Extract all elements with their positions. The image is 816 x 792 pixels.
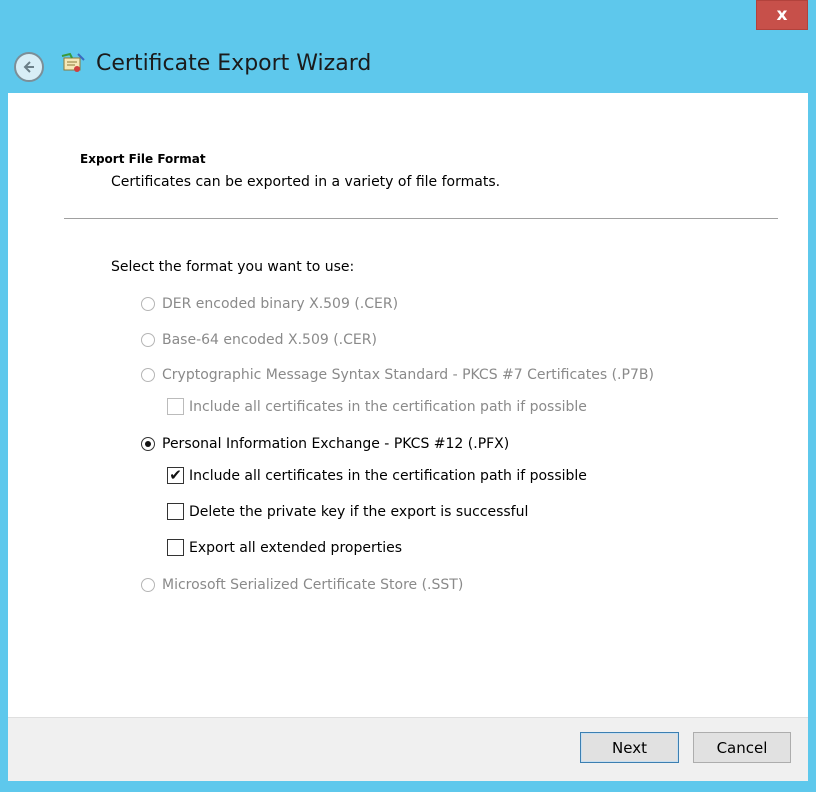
radio-button[interactable] — [141, 368, 155, 382]
radio-option-pfx[interactable]: Personal Information Exchange - PKCS #12… — [141, 436, 509, 452]
format-prompt: Select the format you want to use: — [111, 259, 355, 275]
section-heading: Export File Format — [80, 152, 206, 166]
checkbox[interactable] — [167, 539, 184, 556]
radio-button-selected[interactable] — [141, 437, 155, 451]
radio-button[interactable] — [141, 333, 155, 347]
radio-option-base64[interactable]: Base-64 encoded X.509 (.CER) — [141, 332, 377, 348]
radio-option-sst[interactable]: Microsoft Serialized Certificate Store (… — [141, 577, 463, 593]
certificate-wizard-icon — [61, 52, 85, 72]
radio-label: Microsoft Serialized Certificate Store (… — [162, 577, 464, 593]
checkbox-export-extended-properties[interactable]: Export all extended properties — [167, 539, 402, 556]
window-title: Certificate Export Wizard — [96, 51, 372, 76]
checkmark-icon: ✔ — [169, 466, 182, 484]
next-button-label: Next — [612, 738, 647, 757]
radio-dot — [145, 441, 151, 447]
radio-option-p7b[interactable]: Cryptographic Message Syntax Standard - … — [141, 367, 654, 383]
checkbox-label: Include all certificates in the certific… — [189, 398, 587, 415]
radio-option-der[interactable]: DER encoded binary X.509 (.CER) — [141, 296, 398, 312]
radio-label: Base-64 encoded X.509 (.CER) — [162, 332, 377, 348]
section-description: Certificates can be exported in a variet… — [111, 174, 501, 190]
cancel-button-label: Cancel — [716, 738, 768, 757]
radio-label: Personal Information Exchange - PKCS #12… — [162, 436, 510, 452]
checkbox-label: Export all extended properties — [189, 539, 402, 556]
checkbox-delete-private-key[interactable]: Delete the private key if the export is … — [167, 503, 528, 520]
close-button[interactable]: x — [756, 0, 808, 30]
checkbox-checked[interactable]: ✔ — [167, 467, 184, 484]
radio-label: DER encoded binary X.509 (.CER) — [162, 296, 399, 312]
back-arrow-icon — [23, 61, 34, 73]
checkbox[interactable] — [167, 398, 184, 415]
radio-label: Cryptographic Message Syntax Standard - … — [162, 367, 654, 383]
button-bar — [8, 717, 808, 781]
next-button[interactable]: Next — [580, 732, 679, 763]
cancel-button[interactable]: Cancel — [693, 732, 791, 763]
divider — [64, 218, 778, 219]
checkbox-label: Include all certificates in the certific… — [189, 467, 587, 484]
checkbox-pfx-include-all[interactable]: ✔ Include all certificates in the certif… — [167, 467, 587, 484]
radio-button[interactable] — [141, 578, 155, 592]
radio-button[interactable] — [141, 297, 155, 311]
checkbox[interactable] — [167, 503, 184, 520]
back-button[interactable] — [14, 52, 44, 82]
close-icon: x — [776, 5, 788, 25]
checkbox-p7b-include-all[interactable]: Include all certificates in the certific… — [167, 398, 587, 415]
checkbox-label: Delete the private key if the export is … — [189, 503, 529, 520]
